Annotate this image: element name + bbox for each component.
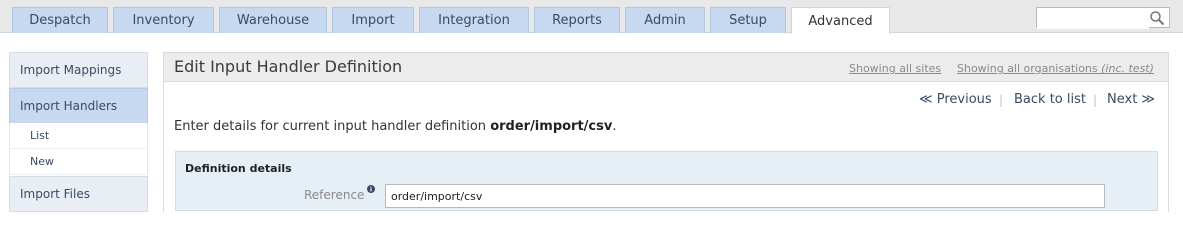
reference-label: Reference xyxy=(304,188,365,202)
sidebar-item-import-handlers[interactable]: Import Handlers xyxy=(9,88,148,124)
pager-separator: | xyxy=(999,93,1004,107)
showing-sites-link[interactable]: Showing all sites xyxy=(849,62,941,75)
tab-inventory[interactable]: Inventory xyxy=(113,7,214,33)
showing-orgs-label: Showing all organisations xyxy=(957,62,1098,75)
tab-integration[interactable]: Integration xyxy=(419,7,529,33)
top-nav: Despatch Inventory Warehouse Import Inte… xyxy=(0,0,1183,34)
intro-text: Enter details for current input handler … xyxy=(174,119,616,134)
showing-orgs-note: (inc. test) xyxy=(1101,62,1154,75)
next-link[interactable]: Next ≫ xyxy=(1107,92,1155,107)
search-box xyxy=(1036,7,1170,29)
sidebar-item-import-files[interactable]: Import Files xyxy=(9,176,148,212)
tab-reports[interactable]: Reports xyxy=(534,7,620,33)
sidebar-item-import-mappings[interactable]: Import Mappings xyxy=(9,52,148,88)
intro-definition-name: order/import/csv xyxy=(490,119,613,134)
search-icon[interactable] xyxy=(1149,10,1165,26)
sidebar-subitem-new[interactable]: New xyxy=(9,149,148,175)
reference-field[interactable] xyxy=(385,184,1105,208)
sidebar-subitem-list[interactable]: List xyxy=(9,123,148,149)
tab-import[interactable]: Import xyxy=(332,7,414,33)
tab-advanced[interactable]: Advanced xyxy=(791,7,890,34)
tab-admin[interactable]: Admin xyxy=(625,7,705,33)
intro-suffix: . xyxy=(612,119,617,134)
pager-separator: | xyxy=(1093,93,1098,107)
showing-orgs-link[interactable]: Showing all organisations (inc. test) xyxy=(957,62,1154,75)
back-to-list-link[interactable]: Back to list xyxy=(1014,92,1086,107)
tab-despatch[interactable]: Despatch xyxy=(12,7,108,33)
previous-link[interactable]: ≪ Previous xyxy=(919,92,992,107)
search-input[interactable] xyxy=(1037,9,1149,29)
definition-details-title: Definition details xyxy=(185,162,292,175)
intro-prefix: Enter details for current input handler … xyxy=(174,119,491,134)
panel-header: Edit Input Handler Definition Showing al… xyxy=(163,52,1169,82)
tab-setup[interactable]: Setup xyxy=(710,7,786,33)
tab-warehouse[interactable]: Warehouse xyxy=(219,7,327,33)
page-title: Edit Input Handler Definition xyxy=(174,57,403,76)
info-icon[interactable] xyxy=(367,185,375,193)
